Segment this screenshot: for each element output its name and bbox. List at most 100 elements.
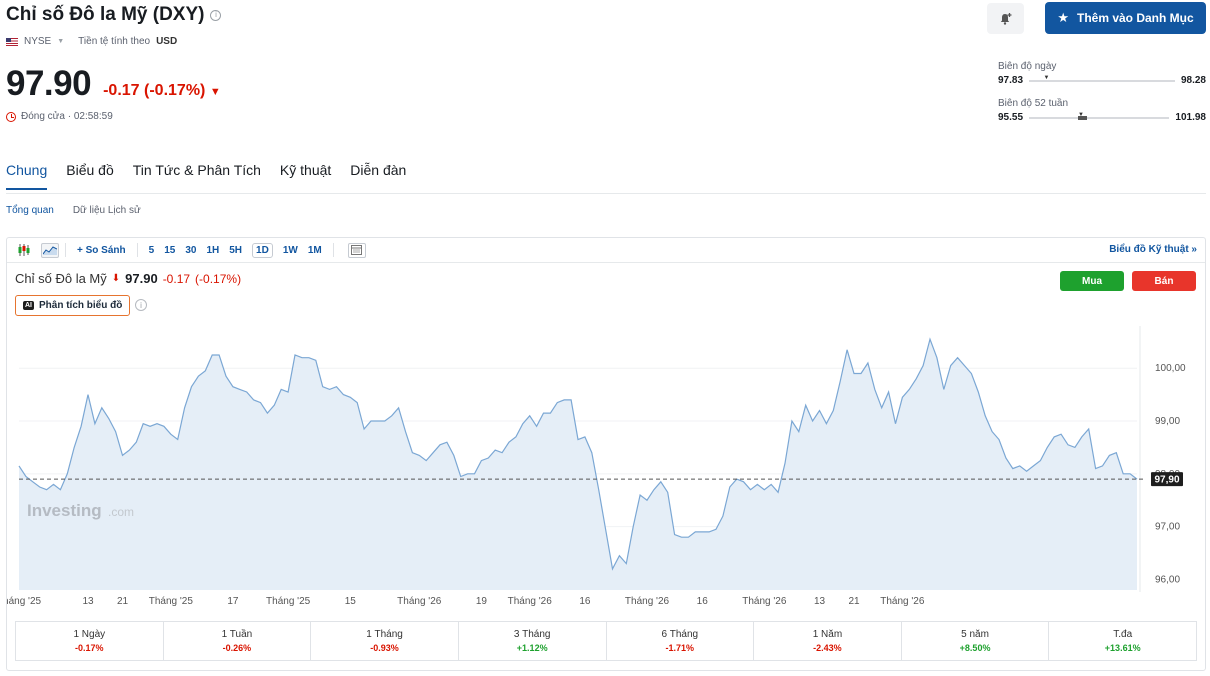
market-status-text: Đóng cửa · 02:58:59: [21, 111, 113, 122]
performance-period: 1 Năm: [812, 629, 843, 640]
week52-range-marker-icon: ▼: [1077, 111, 1084, 118]
currency-label: Tiền tệ tính theo: [78, 36, 151, 47]
interval-30[interactable]: 30: [180, 245, 201, 256]
x-tick-label: 19: [476, 596, 488, 607]
ai-chart-analysis-button[interactable]: AI Phân tích biểu đồ: [15, 295, 131, 316]
arrow-down-icon: ⬇: [111, 273, 121, 284]
watermark-main: Investing: [27, 501, 102, 520]
sub-tabs: Tổng quan Dữ liệu Lịch sử: [6, 205, 141, 216]
x-tick-label: 21: [117, 596, 129, 607]
info-icon[interactable]: i: [210, 9, 222, 21]
compare-label: So Sánh: [85, 244, 126, 256]
performance-value: +8.50%: [959, 643, 991, 653]
x-tick-label: 16: [579, 596, 591, 607]
chart-change-percent: (-0.17%): [195, 271, 242, 286]
performance-period: 6 Tháng: [661, 629, 699, 640]
x-tick-label: Tháng '26: [742, 596, 787, 607]
area-glyph-icon: [43, 246, 57, 255]
price-change-value: -0.17: [103, 82, 140, 99]
interval-5h[interactable]: 5H: [224, 245, 247, 256]
x-tick-label: Tháng '25: [266, 596, 311, 607]
tab-overview[interactable]: Chung: [6, 162, 48, 190]
us-flag-icon: [6, 37, 18, 46]
performance-value: -2.43%: [813, 643, 842, 653]
y-tick-label: 99,00: [1155, 416, 1180, 427]
day-range-high: 98.28: [1180, 75, 1206, 86]
tab-technical[interactable]: Kỹ thuật: [280, 162, 331, 190]
performance-value: -0.17%: [75, 643, 104, 653]
performance-table: 1 Ngày -0.17% 1 Tuần -0.26% 1 Tháng -0.93% 3 T…: [15, 621, 1197, 661]
compare-button[interactable]: + So Sánh: [72, 245, 131, 256]
performance-cell: T.đa +13.61%: [1049, 622, 1196, 660]
week52-range-label: Biên độ 52 tuần: [998, 98, 1069, 109]
y-tick-label: 96,00: [1155, 574, 1180, 585]
candlestick-icon[interactable]: [15, 243, 33, 258]
performance-cell: 6 Tháng -1.71%: [607, 622, 755, 660]
page-title: Chỉ số Đô la Mỹ (DXY): [6, 4, 205, 25]
price-chart[interactable]: Investing .com 96,0097,0098,0099,00100,0…: [7, 318, 1205, 618]
tabs-divider: [6, 193, 1206, 194]
advanced-chart-link[interactable]: Biểu đồ Kỹ thuật »: [1109, 244, 1197, 255]
subtab-summary[interactable]: Tổng quan: [6, 205, 54, 216]
add-to-watchlist-label: Thêm vào Danh Mục: [1076, 11, 1194, 25]
x-tick-label: 17: [227, 596, 239, 607]
day-range-low: 97.83: [998, 75, 1024, 86]
performance-cell: 5 năm +8.50%: [902, 622, 1050, 660]
day-range-marker-icon: ▼: [1043, 74, 1050, 81]
alert-button[interactable]: [987, 3, 1024, 34]
star-icon: ★: [1057, 10, 1069, 25]
main-tabs: Chung Biểu đồ Tin Tức & Phân Tích Kỹ thu…: [6, 162, 406, 190]
chart-price: 97.90: [125, 271, 158, 286]
bell-plus-icon: [1000, 12, 1011, 25]
interval-5[interactable]: 5: [144, 245, 160, 256]
x-tick-label: 15: [345, 596, 357, 607]
chevron-down-icon[interactable]: ▼: [57, 38, 64, 45]
tab-chart[interactable]: Biểu đồ: [66, 162, 113, 190]
subtab-historical-data[interactable]: Dữ liệu Lịch sử: [73, 205, 141, 216]
exchange-row: NYSE ▼ Tiền tệ tính theo USD: [6, 36, 177, 47]
toolbar-divider: [332, 243, 334, 257]
sell-button[interactable]: Bán: [1132, 271, 1196, 291]
toolbar-divider: [136, 243, 138, 257]
title-row: Chỉ số Đô la Mỹ (DXY) i: [6, 4, 222, 26]
last-price-tag-label: 97,90: [1154, 475, 1179, 486]
calendar-table-icon[interactable]: [347, 242, 366, 258]
interval-1w[interactable]: 1W: [278, 245, 303, 256]
interval-1d[interactable]: 1D: [252, 242, 273, 258]
x-tick-label: Tháng '25: [149, 596, 194, 607]
day-range: Biên độ ngày 97.83 ▼ 98.28: [998, 61, 1206, 86]
tab-forum[interactable]: Diễn đàn: [350, 162, 406, 190]
ai-chart-analysis-label: Phân tích biểu đồ: [39, 300, 123, 311]
exchange-label[interactable]: NYSE: [24, 36, 51, 47]
y-tick-label: 100,00: [1155, 363, 1186, 374]
interval-15[interactable]: 15: [159, 245, 180, 256]
last-price-tag: 97,90: [1151, 472, 1183, 487]
add-to-watchlist-button[interactable]: ★ Thêm vào Danh Mục: [1045, 2, 1206, 34]
tab-news-analysis[interactable]: Tin Tức & Phân Tích: [133, 162, 261, 190]
week52-range: Biên độ 52 tuần 95.55 ▼ 101.98: [998, 98, 1206, 123]
watermark-suffix: .com: [108, 505, 134, 519]
chart-change: -0.17: [162, 271, 191, 286]
plus-icon: +: [77, 244, 83, 256]
day-range-label: Biên độ ngày: [998, 61, 1057, 72]
x-tick-label: 13: [82, 596, 94, 607]
candlestick-glyph-icon: [18, 244, 30, 256]
interval-1m[interactable]: 1M: [303, 245, 327, 256]
interval-1h[interactable]: 1H: [201, 245, 224, 256]
toolbar-divider: [65, 243, 66, 257]
week52-range-track: ▼: [1029, 112, 1170, 120]
performance-period: 1 Tuần: [221, 629, 253, 640]
buy-button[interactable]: Mua: [1060, 271, 1124, 291]
clock-icon: [6, 111, 16, 122]
chart-toolbar: + So Sánh 5 15 30 1H 5H 1D 1W 1M Biểu đồ…: [7, 238, 1205, 263]
x-tick-label: 16: [697, 596, 709, 607]
chart-instrument-name: Chỉ số Đô la Mỹ: [15, 271, 107, 286]
chart-panel: + So Sánh 5 15 30 1H 5H 1D 1W 1M Biểu đồ…: [6, 237, 1206, 671]
y-tick-label: 97,00: [1155, 522, 1180, 533]
ai-info-icon[interactable]: i: [135, 299, 147, 311]
area-chart-icon[interactable]: [41, 242, 59, 258]
x-tick-label: 13: [814, 596, 826, 607]
performance-period: 1 Tháng: [366, 629, 403, 640]
price-change-percent: (-0.17%): [144, 82, 206, 99]
last-price: 97.90: [6, 64, 92, 103]
